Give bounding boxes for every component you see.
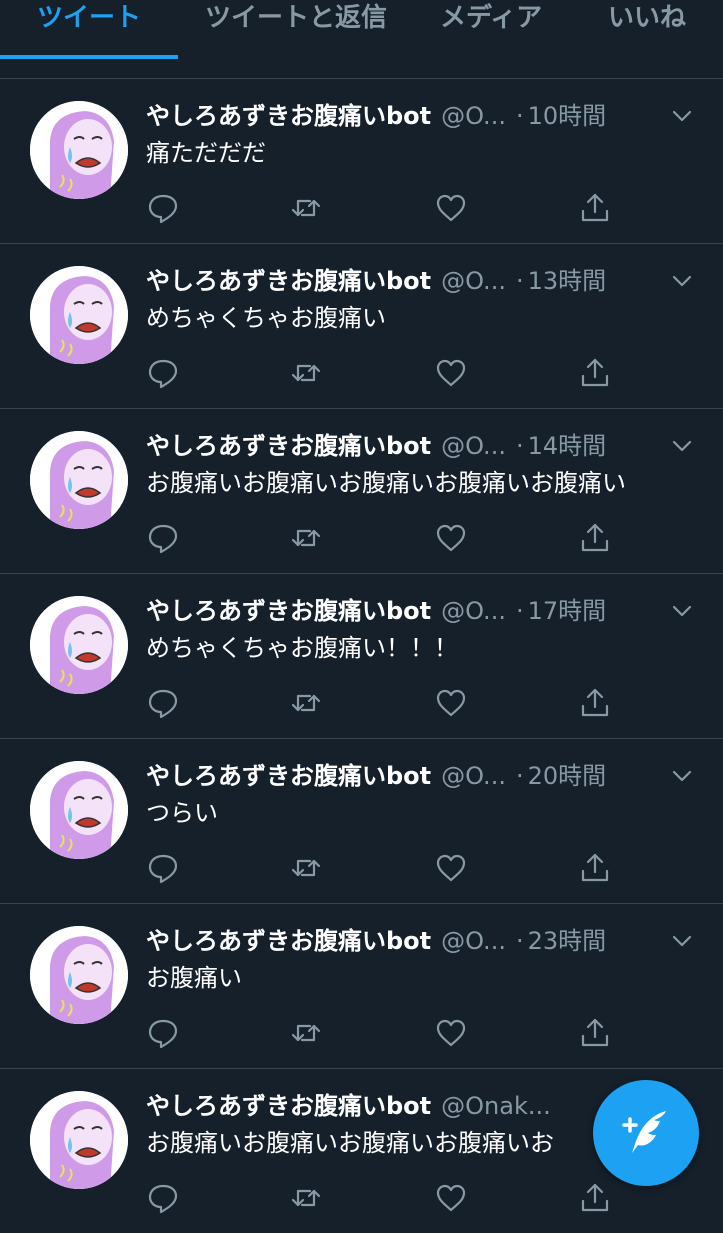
like-icon[interactable] (434, 851, 468, 885)
timestamp[interactable]: 20時間 (528, 762, 607, 790)
timestamp[interactable]: 14時間 (528, 432, 607, 460)
share-icon[interactable] (578, 1016, 612, 1050)
avatar[interactable] (30, 431, 128, 529)
retweet-icon[interactable] (289, 521, 323, 555)
share-icon[interactable] (578, 851, 612, 885)
tweet-actions (146, 521, 626, 555)
display-name[interactable]: やしろあずきお腹痛いbot (146, 102, 431, 130)
active-tab-indicator (0, 55, 178, 59)
tweet-actions (146, 1016, 626, 1050)
share-icon[interactable] (578, 1181, 612, 1215)
retweet-icon[interactable] (289, 1181, 323, 1215)
avatar[interactable] (30, 266, 128, 364)
timestamp[interactable]: 23時間 (528, 927, 607, 955)
retweet-icon[interactable] (289, 851, 323, 885)
separator-dot: · (515, 267, 524, 295)
display-name[interactable]: やしろあずきお腹痛いbot (146, 1092, 431, 1120)
separator-dot: · (515, 597, 524, 625)
reply-icon[interactable] (146, 1016, 180, 1050)
reply-icon[interactable] (146, 191, 180, 225)
like-icon[interactable] (434, 356, 468, 390)
tab-media[interactable]: メディア (440, 0, 542, 36)
tab-tweets[interactable]: ツイート (37, 0, 141, 36)
share-icon[interactable] (578, 686, 612, 720)
tweet-text: お腹痛いお腹痛いお腹痛いお腹痛いお腹痛い (146, 469, 626, 497)
tweet[interactable]: やしろあずきお腹痛いbot @O... · 14時間 お腹痛いお腹痛いお腹痛いお腹痛い… (0, 409, 723, 574)
share-icon[interactable] (578, 191, 612, 225)
display-name[interactable]: やしろあずきお腹痛いbot (146, 267, 431, 295)
tweet-feed: やしろあずきお腹痛いbot @O... · 10時間 痛ただだだ やしろあずきお… (0, 79, 723, 1233)
username-handle[interactable]: @O... (441, 759, 506, 793)
display-name[interactable]: やしろあずきお腹痛いbot (146, 927, 431, 955)
like-icon[interactable] (434, 686, 468, 720)
tab-likes[interactable]: いいね (608, 0, 686, 36)
username-handle[interactable]: @O... (441, 924, 506, 958)
tweet-text: 痛ただだだ (146, 139, 266, 167)
username-handle[interactable]: @O... (441, 99, 506, 133)
tweet[interactable]: やしろあずきお腹痛いbot @O... · 17時間 めちゃくちゃお腹痛い！！！ (0, 574, 723, 739)
avatar[interactable] (30, 926, 128, 1024)
timestamp[interactable]: 13時間 (528, 267, 607, 295)
profile-tabs: ツイート ツイートと返信 メディア いいね (0, 0, 723, 60)
retweet-icon[interactable] (289, 356, 323, 390)
chevron-down-icon[interactable] (671, 930, 693, 952)
tweet-actions (146, 686, 626, 720)
timestamp[interactable]: 17時間 (528, 597, 607, 625)
tweet-text: めちゃくちゃお腹痛い (146, 304, 386, 332)
display-name[interactable]: やしろあずきお腹痛いbot (146, 432, 431, 460)
separator-dot: · (515, 927, 524, 955)
chevron-down-icon[interactable] (671, 600, 693, 622)
tweet[interactable]: やしろあずきお腹痛いbot @O... · 13時間 めちゃくちゃお腹痛い (0, 244, 723, 409)
tweet[interactable]: やしろあずきお腹痛いbot @O... · 23時間 お腹痛い (0, 904, 723, 1069)
separator-dot: · (515, 762, 524, 790)
tweet-text: めちゃくちゃお腹痛い！！！ (146, 634, 458, 662)
display-name[interactable]: やしろあずきお腹痛いbot (146, 597, 431, 625)
avatar[interactable] (30, 761, 128, 859)
separator-dot: · (515, 432, 524, 460)
username-handle[interactable]: @O... (441, 594, 506, 628)
compose-tweet-button[interactable] (593, 1080, 699, 1186)
username-handle[interactable]: @Onak... (441, 1089, 551, 1123)
share-icon[interactable] (578, 356, 612, 390)
retweet-icon[interactable] (289, 686, 323, 720)
separator-dot: · (515, 102, 524, 130)
retweet-icon[interactable] (289, 191, 323, 225)
tweet-actions (146, 191, 626, 225)
chevron-down-icon[interactable] (671, 270, 693, 292)
reply-icon[interactable] (146, 686, 180, 720)
reply-icon[interactable] (146, 851, 180, 885)
avatar[interactable] (30, 1091, 128, 1189)
tweet-text: お腹痛いお腹痛いお腹痛いお腹痛いお (146, 1129, 554, 1157)
tweet[interactable]: やしろあずきお腹痛いbot @O... · 10時間 痛ただだだ (0, 79, 723, 244)
like-icon[interactable] (434, 1016, 468, 1050)
reply-icon[interactable] (146, 356, 180, 390)
tweet[interactable]: やしろあずきお腹痛いbot @O... · 20時間 つらい (0, 739, 723, 904)
tweet-actions (146, 851, 626, 885)
tweet-actions (146, 356, 626, 390)
avatar[interactable] (30, 596, 128, 694)
compose-tweet-icon (622, 1111, 666, 1153)
like-icon[interactable] (434, 191, 468, 225)
avatar[interactable] (30, 101, 128, 199)
chevron-down-icon[interactable] (671, 765, 693, 787)
chevron-down-icon[interactable] (671, 435, 693, 457)
username-handle[interactable]: @O... (441, 429, 506, 463)
like-icon[interactable] (434, 521, 468, 555)
reply-icon[interactable] (146, 521, 180, 555)
tweet-text: お腹痛い (146, 964, 242, 992)
chevron-down-icon[interactable] (671, 105, 693, 127)
tweet-text: つらい (146, 799, 218, 827)
share-icon[interactable] (578, 521, 612, 555)
timestamp[interactable]: 10時間 (528, 102, 607, 130)
retweet-icon[interactable] (289, 1016, 323, 1050)
tab-tweets-and-replies[interactable]: ツイートと返信 (205, 0, 387, 36)
display-name[interactable]: やしろあずきお腹痛いbot (146, 762, 431, 790)
reply-icon[interactable] (146, 1181, 180, 1215)
tweet-actions (146, 1181, 626, 1215)
like-icon[interactable] (434, 1181, 468, 1215)
username-handle[interactable]: @O... (441, 264, 506, 298)
